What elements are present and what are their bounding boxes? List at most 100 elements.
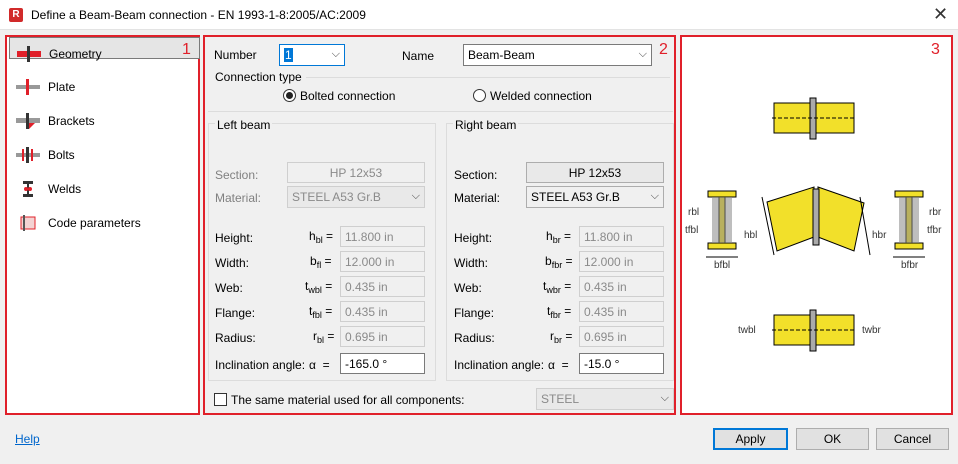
right-section-view	[893, 190, 925, 258]
chevron-down-icon: ⌵	[638, 48, 647, 60]
left-width-field[interactable]: 12.000 in	[340, 251, 425, 272]
bolts-icon	[16, 147, 40, 163]
right-height-label: Height:	[454, 231, 493, 245]
right-web-label: Web:	[454, 281, 482, 295]
divider	[208, 111, 673, 112]
same-material-select[interactable]: STEEL ⌵	[536, 388, 674, 410]
left-material-value: STEEL A53 Gr.B	[292, 190, 381, 204]
left-height-field[interactable]: 11.800 in	[340, 226, 425, 247]
left-section-field[interactable]: HP 12x53	[287, 162, 425, 183]
left-flange-field[interactable]: 0.435 in	[340, 301, 425, 322]
nav-item-brackets[interactable]: Brackets	[9, 105, 200, 137]
divider	[306, 77, 670, 78]
left-material-label: Material:	[215, 191, 262, 205]
label-hbl: hbl	[744, 230, 757, 241]
window-title: Define a Beam-Beam connection - EN 1993-…	[31, 8, 366, 22]
diagram-panel: hbl hbr rbl rbr tfbl tfbr bfbl bfbr twbl…	[680, 35, 953, 415]
same-material-checkbox[interactable]	[214, 393, 227, 406]
left-height-label: Height:	[215, 231, 254, 245]
bottom-view-beams	[772, 309, 856, 352]
right-material-select[interactable]: STEEL A53 Gr.B ⌵	[526, 186, 664, 208]
left-radius-field[interactable]: 0.695 in	[340, 326, 425, 347]
left-web-field[interactable]: 0.435 in	[340, 276, 425, 297]
right-section-field[interactable]: HP 12x53	[526, 162, 664, 183]
label-rbr: rbr	[929, 207, 942, 218]
nav-panel: Geometry Plate Brackets Bolts Welds Code…	[5, 35, 200, 415]
app-icon: R	[9, 8, 23, 22]
right-width-symbol: bfbr =	[545, 254, 573, 270]
welded-radio[interactable]	[473, 89, 486, 102]
apply-button[interactable]: Apply	[713, 428, 788, 450]
nav-item-geometry[interactable]: Geometry	[9, 37, 200, 62]
same-material-label: The same material used for all component…	[231, 393, 465, 407]
right-flange-label: Flange:	[454, 306, 495, 320]
nav-item-label: Welds	[48, 182, 82, 196]
top-view-beams	[772, 97, 856, 140]
nav-item-label: Bolts	[48, 148, 75, 162]
number-label: Number	[214, 48, 257, 62]
panel-number: 2	[659, 41, 668, 58]
left-width-symbol: bfl =	[310, 254, 332, 270]
name-select[interactable]: Beam-Beam ⌵	[463, 44, 652, 66]
right-flange-field[interactable]: 0.435 in	[579, 301, 664, 322]
right-radius-label: Radius:	[454, 331, 495, 345]
plate-icon	[16, 79, 40, 95]
brackets-icon	[16, 113, 40, 129]
chevron-down-icon: ⌵	[331, 48, 340, 60]
connection-type-label: Connection type	[215, 70, 302, 84]
left-material-select[interactable]: STEEL A53 Gr.B ⌵	[287, 186, 425, 208]
elevation-beams	[761, 186, 871, 256]
nav-item-plate[interactable]: Plate	[9, 71, 200, 103]
bolted-label: Bolted connection	[300, 89, 396, 103]
left-radius-symbol: rbl =	[313, 329, 335, 345]
left-radius-label: Radius:	[215, 331, 256, 345]
chevron-down-icon: ⌵	[650, 190, 659, 202]
name-label: Name	[402, 49, 435, 63]
bolted-radio[interactable]	[283, 89, 296, 102]
geometry-icon	[17, 46, 41, 62]
code-parameters-icon	[20, 215, 36, 231]
left-web-symbol: twbl =	[305, 279, 333, 295]
right-radius-symbol: rbr =	[550, 329, 573, 345]
name-value: Beam-Beam	[468, 48, 535, 62]
nav-item-welds[interactable]: Welds	[9, 173, 200, 205]
right-inclination-label: Inclination angle:	[454, 358, 545, 372]
label-rbl: rbl	[688, 207, 699, 218]
right-web-field[interactable]: 0.435 in	[579, 276, 664, 297]
right-radius-field[interactable]: 0.695 in	[579, 326, 664, 347]
left-section-label: Section:	[215, 168, 259, 182]
same-material-value: STEEL	[541, 392, 580, 406]
right-material-value: STEEL A53 Gr.B	[531, 190, 620, 204]
left-width-label: Width:	[215, 256, 250, 270]
close-icon[interactable]: ✕	[933, 4, 948, 25]
right-height-symbol: hbr =	[546, 229, 572, 245]
left-flange-label: Flange:	[215, 306, 256, 320]
right-height-field[interactable]: 11.800 in	[579, 226, 664, 247]
right-material-label: Material:	[454, 191, 501, 205]
right-width-field[interactable]: 12.000 in	[579, 251, 664, 272]
nav-item-bolts[interactable]: Bolts	[9, 139, 200, 171]
label-twbl: twbl	[738, 325, 756, 336]
number-select[interactable]: 1 ⌵	[279, 44, 345, 66]
nav-item-code-parameters[interactable]: Code parameters	[9, 207, 200, 239]
right-width-label: Width:	[454, 256, 489, 270]
left-inclination-field[interactable]: -165.0 °	[340, 353, 425, 374]
label-tfbl: tfbl	[685, 225, 698, 236]
nav-item-label: Code parameters	[48, 216, 141, 230]
right-inclination-field[interactable]: -15.0 °	[579, 353, 664, 374]
left-web-label: Web:	[215, 281, 243, 295]
number-value: 1	[284, 48, 293, 62]
left-flange-symbol: tfbl =	[309, 304, 333, 320]
left-section-view	[706, 190, 738, 258]
label-hbr: hbr	[872, 230, 887, 241]
panel-number: 3	[931, 41, 940, 58]
panel-number: 1	[182, 41, 191, 58]
cancel-button[interactable]: Cancel	[876, 428, 949, 450]
right-web-symbol: twbr =	[543, 279, 572, 295]
help-link[interactable]: Help	[15, 432, 40, 446]
left-height-symbol: hbl =	[309, 229, 334, 245]
welds-icon	[23, 181, 33, 197]
ok-button[interactable]: OK	[796, 428, 869, 450]
label-bfbr: bfbr	[901, 260, 919, 271]
right-section-label: Section:	[454, 168, 498, 182]
